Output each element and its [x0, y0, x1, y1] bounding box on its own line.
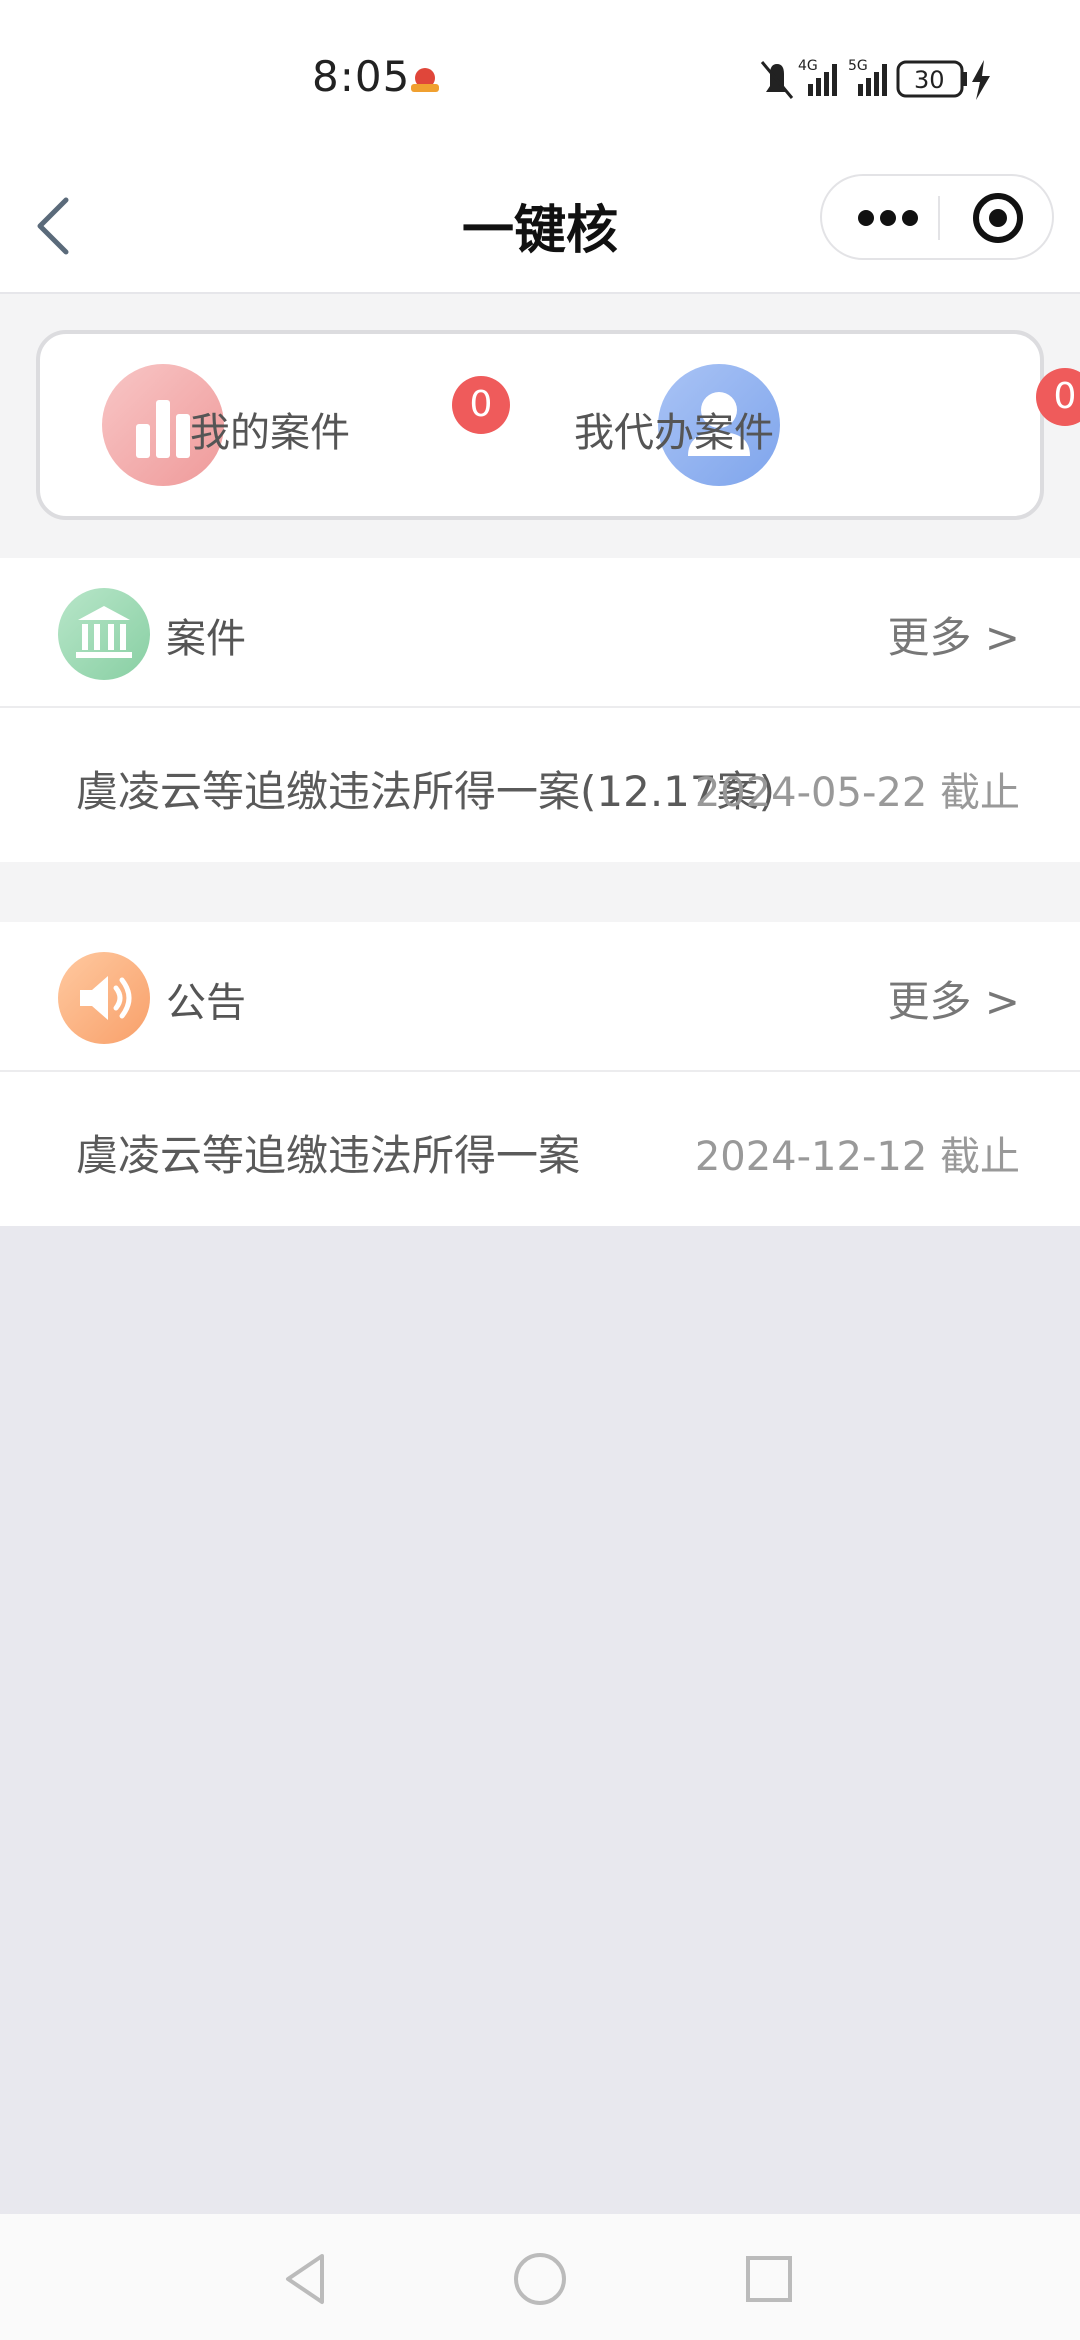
close-target-icon[interactable]	[948, 176, 1054, 260]
cases-panel: 案件 更多 > 虞凌云等追缴违法所得一案(12.17案) 2024-05-22 …	[0, 558, 1080, 862]
svg-text:30: 30	[914, 66, 945, 94]
mute-bell-icon	[760, 61, 794, 99]
case-item-title: 虞凌云等追缴违法所得一案(12.17案)	[76, 767, 776, 816]
my-cases-shortcut[interactable]: 我的案件 0	[40, 334, 540, 516]
notice-list-item[interactable]: 虞凌云等追缴违法所得一案 2024-12-12 截止	[0, 1072, 1080, 1224]
signal-5g-icon: 5G	[848, 58, 887, 96]
my-cases-badge: 0	[452, 376, 510, 434]
my-cases-label: 我的案件	[190, 410, 350, 456]
mini-program-capsule	[820, 174, 1054, 260]
notices-more-link[interactable]: 更多 >	[887, 968, 1020, 1029]
battery-icon: 30	[896, 60, 967, 98]
charging-icon	[972, 60, 990, 100]
bank-building-icon	[58, 588, 150, 680]
case-item-deadline: 2024-05-22 截止	[694, 770, 1020, 816]
recents-square-icon[interactable]	[734, 2244, 804, 2314]
back-triangle-icon[interactable]	[270, 2244, 340, 2314]
status-bar: 8:05 4G 5G 30	[0, 0, 1080, 160]
proxy-cases-shortcut[interactable]: 我代办案件	[540, 334, 1044, 516]
cases-header: 案件 更多 >	[0, 558, 1080, 708]
svg-text:4G: 4G	[798, 58, 818, 74]
navigation-bar: 一键核	[0, 160, 1080, 294]
capsule-divider	[938, 196, 940, 240]
cases-more-link[interactable]: 更多 >	[887, 604, 1020, 665]
speaker-icon	[58, 952, 150, 1044]
proxy-cases-label: 我代办案件	[574, 410, 774, 456]
shortcut-card: 我的案件 0 我代办案件	[36, 330, 1044, 520]
cases-title: 案件	[166, 616, 246, 662]
app-notification-icon	[411, 68, 439, 92]
signal-4g-icon: 4G	[798, 58, 837, 96]
notices-header: 公告 更多 >	[0, 922, 1080, 1072]
home-circle-icon[interactable]	[505, 2244, 575, 2314]
notice-item-deadline: 2024-12-12 截止	[694, 1134, 1020, 1180]
notice-item-title: 虞凌云等追缴违法所得一案	[76, 1131, 581, 1180]
status-time: 8:05	[312, 52, 411, 101]
status-icons: 4G 5G 30	[760, 58, 990, 100]
svg-text:5G: 5G	[848, 58, 868, 74]
notices-panel: 公告 更多 > 虞凌云等追缴违法所得一案 2024-12-12 截止	[0, 922, 1080, 1226]
notices-title: 公告	[166, 980, 246, 1026]
case-list-item[interactable]: 虞凌云等追缴违法所得一案(12.17案) 2024-05-22 截止	[0, 708, 1080, 860]
section-divider-gap	[0, 862, 1080, 922]
system-navigation-bar	[0, 2214, 1080, 2340]
more-dots-icon[interactable]	[842, 176, 934, 260]
